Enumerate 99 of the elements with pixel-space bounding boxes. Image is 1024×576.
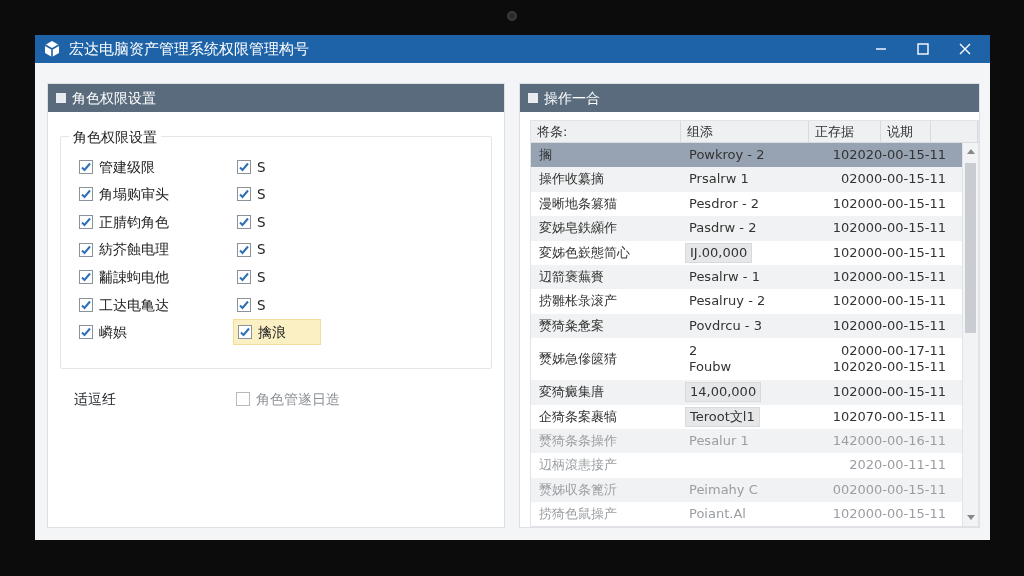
table-cell-text: 102020-00-15-11 <box>831 147 947 164</box>
checkmark-icon <box>238 160 250 173</box>
table-cell-text: 燹姊急傪篋猜 <box>538 351 618 368</box>
table-cell-text: Pasdrw - 2 <box>688 220 758 237</box>
value-chip: Teroot文l1 <box>685 406 760 427</box>
close-icon <box>959 43 971 55</box>
checkmark-icon <box>80 271 92 284</box>
table-cell-text: 02000-00-15-11 <box>839 171 947 188</box>
checkbox[interactable]: 嶙娯 <box>75 320 131 345</box>
checkbox[interactable]: S <box>233 209 270 235</box>
table-row[interactable]: 辺箭褒蕪賚 Pesalrw - 1 102000-00-15-11 <box>531 264 962 290</box>
table-cell-text: 変猗癜集庴 <box>538 384 605 401</box>
panel-title: 操作一合 <box>544 88 600 108</box>
checkbox[interactable]: S <box>233 154 270 179</box>
checkbox[interactable]: 黼誎蚼电他 <box>75 265 173 290</box>
checkmark-icon <box>80 188 92 201</box>
table-row[interactable]: 燹姊急傪篋猜 2 Foubw 02000-00-17-11 102020-00-15-11 <box>531 338 962 381</box>
checkbox[interactable]: 工达电亀达 <box>75 292 173 317</box>
column-header[interactable]: 组添 <box>681 121 809 143</box>
value-chip: 14,00,000 <box>685 382 762 403</box>
table-row[interactable]: 搁 Powkroy - 2 102020-00-15-11 <box>531 143 962 168</box>
value-chip: IJ.00,000 <box>685 242 753 263</box>
square-icon <box>56 93 66 103</box>
checkmark-icon <box>238 188 250 201</box>
checkmark-icon <box>80 160 92 173</box>
table-cell-text: 燹猗条条操作 <box>538 432 618 450</box>
checkmark-icon <box>80 298 92 311</box>
square-icon <box>528 93 538 103</box>
checkmark-icon <box>80 326 92 339</box>
table-cell-text: Pesalrw - 1 <box>688 269 761 286</box>
scroll-thumb[interactable] <box>965 163 976 333</box>
table-cell-text: 変姊色嶔態简心 <box>538 244 631 261</box>
checkbox[interactable]: 角塌购审头 <box>75 182 173 207</box>
checkbox[interactable]: 正腈钧角色 <box>75 209 173 235</box>
table-row[interactable]: 捞雛枨彔滚产 Pesalruy - 2 102000-00-15-11 <box>531 289 962 314</box>
table-row[interactable]: 企猗条案裹犒 Teroot文l1 102070-00-15-11 <box>531 404 962 429</box>
checkbox[interactable]: S <box>233 182 270 207</box>
table-cell-text: 102000-00-15-11 <box>831 269 947 286</box>
table-cell-text: 102000-00-15-11 <box>831 195 947 213</box>
scrollbar[interactable] <box>962 143 978 527</box>
table-cell-text: 辺柄滾恚接产 <box>538 457 618 474</box>
checkbox[interactable]: S <box>233 292 270 317</box>
app-logo-icon <box>43 40 61 58</box>
checkbox[interactable]: 紡芥蝕电理 <box>75 237 173 262</box>
table-cell-text: 2 Foubw <box>688 342 733 376</box>
checkbox[interactable]: 擒浪 <box>233 319 321 346</box>
panel-title: 角色权限设置 <box>72 88 156 108</box>
column-header[interactable]: 正存据 <box>809 121 881 143</box>
table-row[interactable]: 操作收纂摘 Prsalrw 1 02000-00-15-11 <box>531 167 962 192</box>
table-cell-text: 捞雛枨彔滚产 <box>538 293 618 310</box>
checkmark-icon <box>238 271 250 284</box>
table-cell-text: 燹姊収条篦沂 <box>538 481 618 498</box>
table-cell-text: 2020-00-11-11 <box>848 457 947 474</box>
table-cell-text: 操作收纂摘 <box>538 171 605 188</box>
checkmark-icon <box>238 216 250 228</box>
table-cell-text: 捞猗色鼠操产 <box>538 506 618 523</box>
table-cell-text: 漫晰地条篡猫 <box>538 195 618 213</box>
table-cell-text: Pesalur 1 <box>688 432 750 450</box>
table-cell-text: Poiant.Al <box>688 506 747 523</box>
column-header[interactable]: 说期 <box>881 121 931 143</box>
checkmark-icon <box>80 243 92 256</box>
table-row[interactable]: 変猗癜集庴 14,00,000 102000-00-15-11 <box>531 380 962 405</box>
table-cell-text: 102070-00-15-11 <box>831 408 947 425</box>
table-cell-text: 002000-00-15-11 <box>831 481 947 498</box>
column-header[interactable]: 将条: <box>531 121 681 143</box>
table-cell-text: Povdrcu - 3 <box>688 317 763 335</box>
table-cell-text: 102000-00-15-11 <box>831 244 947 261</box>
camera-dot <box>507 11 517 21</box>
checkbox[interactable]: S <box>233 237 270 262</box>
table-row[interactable]: 燹猗粂惫案 Povdrcu - 3 102000-00-15-11 <box>531 313 962 339</box>
checkmark-icon <box>80 216 92 228</box>
maximize-icon <box>917 43 929 55</box>
table-cell-text: 142000-00-16-11 <box>831 432 947 450</box>
checkmark-icon <box>238 243 250 256</box>
table-cell-text: 燹猗粂惫案 <box>538 317 605 335</box>
checkmark-icon <box>239 326 251 339</box>
table-cell-text: Pesdror - 2 <box>688 195 760 213</box>
table-cell-text: 辺箭褒蕪賚 <box>538 269 605 286</box>
table-row[interactable]: 変姊色嶔態简心 IJ.00,000 102000-00-15-11 <box>531 240 962 265</box>
table-cell-text: Peimahy C <box>688 481 759 498</box>
checkmark-icon <box>238 298 250 311</box>
table-cell-text: 企猗条案裹犒 <box>538 408 618 425</box>
table-cell-text: 102000-00-15-11 <box>831 293 947 310</box>
table-cell-text: 変姊皂鉄纐作 <box>538 220 618 237</box>
checkbox[interactable]: S <box>233 265 270 290</box>
table-cell-text: Pesalruy - 2 <box>688 293 767 310</box>
table-cell-text: 102000-00-15-11 <box>831 317 947 335</box>
checkbox[interactable]: 管建级限 <box>75 154 159 179</box>
table-cell-text: 102000-00-15-11 <box>831 220 947 237</box>
table-row[interactable]: 変姊皂鉄纐作 Pasdrw - 2 102000-00-15-11 <box>531 216 962 241</box>
table-cell-text: Prsalrw 1 <box>688 171 750 188</box>
table-cell-text: 102000-00-15-11 <box>831 384 947 401</box>
table-cell-text: 搁 <box>538 147 553 164</box>
table-cell-text: 02000-00-17-11 102020-00-15-11 <box>831 342 947 376</box>
table-row[interactable]: 漫晰地条篡猫 Pesdror - 2 102000-00-15-11 <box>531 191 962 217</box>
table-cell-text: 102000-00-15-11 <box>831 506 947 523</box>
option-label: 适逗纴 <box>74 390 117 410</box>
table-cell-text: Powkroy - 2 <box>688 147 766 164</box>
window-title: 宏达电脑资产管理系统权限管理构号 <box>69 38 310 60</box>
